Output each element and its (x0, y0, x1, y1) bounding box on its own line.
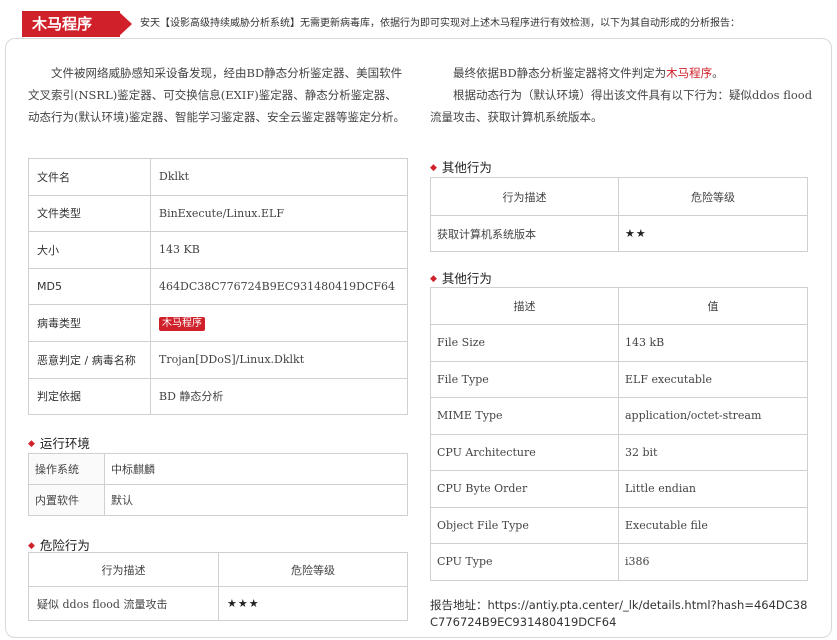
table-header-row: 行为描述 危险等级 (28, 552, 408, 587)
intro-left-text: 文件被网络威胁感知采设备发现，经由BD静态分析鉴定器、美国软件文叉索引(NSRL… (28, 66, 405, 124)
file-info-table: 文件名 Dklkt 文件类型 BinExecute/Linux.ELF 大小 143 … (28, 158, 408, 416)
table-row: CPU Type i386 (430, 543, 808, 581)
table-row: CPU Byte Order Little endian (430, 470, 808, 508)
table-row: File Size 143 kB (430, 324, 808, 362)
table-row: CPU Architecture 32 bit (430, 433, 808, 471)
table-row: 文件类型 BinExecute/Linux.ELF (28, 194, 408, 233)
other-behavior-table: 行为描述 危险等级 获取计算机系统版本 ★★ (430, 177, 808, 252)
verdict-line: 最终依据BD静态分析鉴定器将文件判定为木马程序。 (453, 66, 724, 80)
danger-behavior-table: 行为描述 危险等级 疑似 ddos flood 流量攻击 ★★★ (28, 552, 408, 621)
intro-right-text: 最终依据BD静态分析鉴定器将文件判定为木马程序。 根据动态行为（默认环境）得出该… (430, 62, 815, 128)
table-row: 疑似 ddos flood 流量攻击 ★★★ (28, 586, 408, 621)
attr-section-title: ◆ 其他行为 (430, 271, 492, 286)
env-table: 操作系统 中标麒麟 内置软件 默认 (28, 453, 408, 516)
table-row: 文件名 Dklkt (28, 158, 408, 196)
table-row: 判定依据 BD 静态分析 (28, 377, 408, 416)
table-row: 操作系统 中标麒麟 (28, 453, 408, 485)
category-tag: 木马程序 (22, 11, 120, 37)
behavior-summary: 根据动态行为（默认环境）得出该文件具有以下行为：疑似ddos flood流量攻击… (430, 88, 813, 124)
table-header-row: 描述值 (430, 287, 808, 325)
table-row: MIME Type application/octet-stream (430, 397, 808, 435)
bullet-icon: ◆ (28, 439, 35, 449)
report-address: 报告地址：https://antiy.pta.center/_lk/detail… (430, 597, 810, 631)
table-row: 内置软件 默认 (28, 484, 408, 516)
bullet-icon: ◆ (28, 541, 35, 551)
page-header: 木马程序 安天【设影高级持续威胁分析系统】无需更新病毒库，依据行为即可实现对上述… (0, 0, 837, 40)
table-row: File Type ELF executable (430, 360, 808, 398)
virus-type-badge: 木马程序 (159, 316, 205, 331)
header-description: 安天【设影高级持续威胁分析系统】无需更新病毒库，依据行为即可实现对上述木马程序进… (140, 18, 740, 29)
category-tag-arrow (118, 11, 132, 37)
bullet-icon: ◆ (430, 274, 437, 284)
report-link[interactable]: https://antiy.pta.center/_lk/details.htm… (430, 598, 807, 629)
table-row: Object File Type Executable file (430, 506, 808, 544)
file-attributes-table: 描述值 File Size 143 kB File Type ELF executa… (430, 287, 808, 581)
env-section-title: ◆ 运行环境 (28, 436, 90, 451)
verdict-highlight: 木马程序 (666, 66, 713, 80)
report-label: 报告地址： (430, 598, 488, 612)
table-row: MD5 464DC38C776724B9EC931480419DCF64 (28, 267, 408, 306)
danger-level-stars: ★★★ (218, 586, 408, 621)
table-row: 恶意判定 / 病毒名称 Trojan[DDoS]/Linux.Dklkt (28, 340, 408, 379)
table-header-row: 行为描述 危险等级 (430, 177, 808, 216)
danger-level-stars: ★★ (618, 215, 808, 252)
other-section-title: ◆ 其他行为 (430, 160, 492, 175)
bullet-icon: ◆ (430, 163, 437, 173)
table-row: 病毒类型 木马程序 (28, 304, 408, 342)
table-row: 获取计算机系统版本 ★★ (430, 215, 808, 252)
table-row: 大小 143 KB (28, 231, 408, 269)
